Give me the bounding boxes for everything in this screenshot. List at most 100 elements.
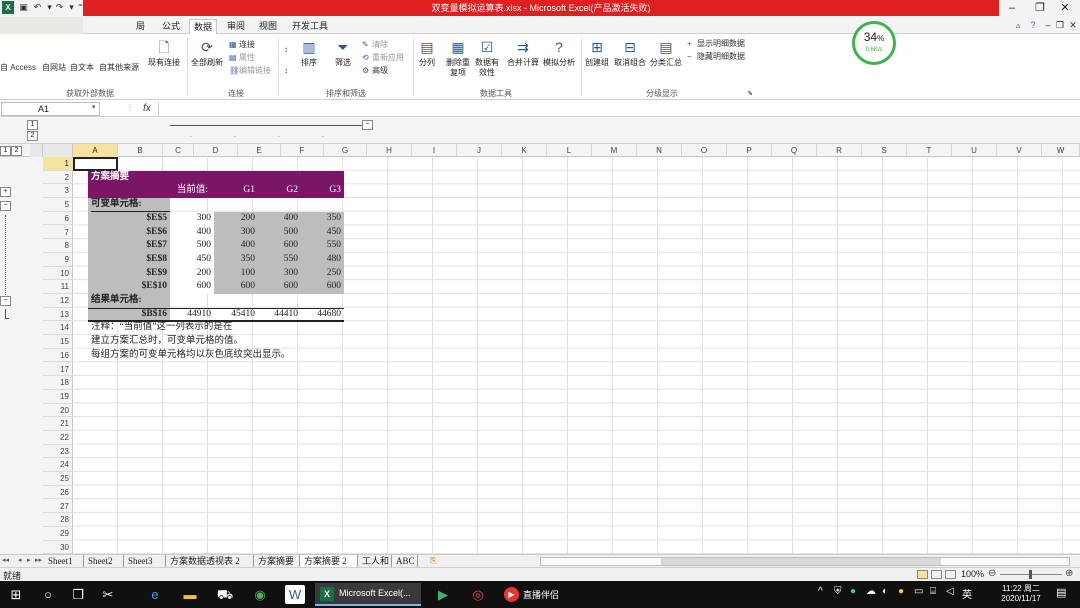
refresh-all-button[interactable]: ⟳ 全部刷新	[191, 38, 223, 68]
taskbar-live-button[interactable]: ▶ 直播伴侣	[500, 583, 568, 606]
row-header[interactable]: 29	[43, 527, 73, 541]
page-layout-view-icon[interactable]	[931, 570, 942, 579]
zoom-level[interactable]: 100%	[961, 569, 984, 579]
hide-detail-button[interactable]: − 隐藏明细数据	[687, 51, 745, 62]
cloud-icon[interactable]: ☁	[866, 586, 876, 597]
ungroup-button[interactable]: ⊟ 取消组合	[614, 38, 646, 68]
column-outline-level-2[interactable]: 2	[27, 131, 38, 141]
row-header[interactable]: 7	[43, 226, 73, 240]
column-header[interactable]: P	[727, 144, 772, 157]
properties-button[interactable]: ▤ 属性	[229, 52, 255, 63]
row-header[interactable]: 3	[43, 184, 73, 199]
search-icon[interactable]: ○	[38, 585, 58, 604]
shield-icon[interactable]: ⛨	[834, 586, 842, 597]
battery-icon[interactable]: ▭	[914, 586, 923, 597]
notification-icon[interactable]: ▤	[1056, 586, 1066, 599]
dialog-launcher-icon[interactable]: ⬊	[747, 89, 753, 97]
column-header[interactable]: G	[324, 144, 367, 157]
row-header[interactable]: 1	[43, 157, 73, 171]
column-header[interactable]: U	[952, 144, 997, 157]
active-cell-a1[interactable]	[73, 157, 118, 171]
existing-connections-button[interactable]: 🗋 现有连接	[148, 38, 180, 68]
column-header[interactable]: Q	[772, 144, 817, 157]
data-validation-button[interactable]: ☑ 数据有效性	[474, 38, 500, 78]
row-header[interactable]: 20	[43, 404, 73, 418]
row-header[interactable]: 12	[43, 294, 73, 308]
tab-view[interactable]: 视图	[255, 19, 281, 34]
column-header[interactable]: L	[547, 144, 592, 157]
tab-review[interactable]: 审阅	[223, 19, 249, 34]
column-collapse-button[interactable]: −	[362, 120, 373, 130]
prev-sheet-icon[interactable]: ◂	[18, 556, 22, 564]
tab-data[interactable]: 数据	[189, 19, 218, 34]
subtotal-button[interactable]: ▤ 分类汇总	[650, 38, 682, 68]
column-header[interactable]: N	[637, 144, 682, 157]
insert-function-icon[interactable]: fx	[143, 101, 151, 117]
column-header[interactable]: B	[118, 144, 163, 157]
media-player-icon[interactable]: ▶	[433, 585, 453, 604]
name-box-dropdown-icon[interactable]: ▾	[92, 103, 96, 111]
consolidate-button[interactable]: ⇉ 合并计算	[507, 38, 539, 68]
column-header[interactable]: I	[412, 144, 457, 157]
row-group-collapse-button[interactable]: −	[0, 296, 11, 306]
close-button[interactable]: ✕	[1054, 1, 1076, 15]
row-header[interactable]: 19	[43, 390, 73, 404]
sort-button[interactable]: ▥ 排序	[300, 38, 318, 68]
row-header[interactable]: 30	[43, 541, 73, 555]
tray-app-icon[interactable]: ●	[898, 586, 904, 597]
column-header[interactable]: V	[997, 144, 1042, 157]
file-explorer-icon[interactable]: ▬	[180, 585, 200, 604]
row-header[interactable]: 18	[43, 376, 73, 390]
row-header[interactable]: 6	[43, 212, 73, 226]
what-if-analysis-button[interactable]: ? 模拟分析	[543, 38, 575, 68]
select-all-button[interactable]	[30, 144, 43, 157]
zoom-slider-thumb[interactable]	[1029, 570, 1032, 579]
app-icon[interactable]: ◉	[250, 585, 270, 604]
edit-links-button[interactable]: ⛓编辑链接	[229, 65, 271, 76]
column-header[interactable]: C	[163, 144, 194, 157]
remove-duplicates-button[interactable]: ▦ 删除重复项	[445, 38, 471, 78]
column-outline-level-1[interactable]: 1	[27, 120, 38, 130]
next-sheet-icon[interactable]: ▸	[27, 556, 31, 564]
clear-filter-button[interactable]: ✎ 清除	[362, 39, 388, 50]
column-header[interactable]: H	[367, 144, 412, 157]
advanced-filter-button[interactable]: ⚙ 高级	[362, 65, 388, 76]
column-header[interactable]: D	[194, 144, 238, 157]
filter-button[interactable]: ⏷ 筛选	[334, 38, 352, 68]
row-header[interactable]: 27	[43, 500, 73, 514]
row-header[interactable]: 2	[43, 171, 73, 185]
redo-icon[interactable]: ↷	[54, 2, 65, 13]
row-group-expand-button[interactable]: +	[0, 187, 11, 197]
ime-icon[interactable]: 英	[962, 586, 972, 601]
taskbar-excel-button[interactable]: X Microsoft Excel(...	[315, 583, 421, 606]
row-header[interactable]: 8	[43, 239, 73, 253]
save-icon[interactable]: ▣	[18, 2, 29, 13]
group-button[interactable]: ⊞ 创建组	[585, 38, 609, 68]
page-break-view-icon[interactable]	[945, 570, 956, 579]
zoom-in-icon[interactable]: ⊕	[1065, 568, 1073, 579]
row-header[interactable]: 11	[43, 280, 73, 294]
row-header[interactable]: 28	[43, 513, 73, 527]
from-other-sources-button[interactable]: 自其他来源	[99, 62, 139, 73]
row-header[interactable]: 5	[43, 198, 73, 212]
row-header[interactable]: 21	[43, 417, 73, 431]
row-outline-level-2[interactable]: 2	[11, 146, 22, 156]
name-box[interactable]: A1	[1, 102, 100, 116]
column-header[interactable]: T	[907, 144, 952, 157]
first-sheet-icon[interactable]: ◂◂	[2, 556, 9, 564]
sort-az-button[interactable]: ↕	[284, 44, 294, 55]
app-icon[interactable]: ✂	[98, 585, 118, 604]
row-header[interactable]: 14	[43, 321, 73, 336]
row-header[interactable]: 13	[43, 308, 73, 322]
word-icon[interactable]: W	[285, 585, 305, 604]
show-detail-button[interactable]: + 显示明细数据	[687, 38, 745, 49]
row-header[interactable]: 22	[43, 431, 73, 445]
column-header[interactable]: O	[682, 144, 727, 157]
row-header[interactable]: 16	[43, 349, 73, 363]
row-outline-level-1[interactable]: 1	[0, 146, 11, 156]
chrome-icon[interactable]: ◎	[468, 585, 488, 604]
window-close-icon[interactable]: ✕	[1068, 20, 1078, 30]
undo-icon[interactable]: ↶	[32, 2, 43, 13]
row-header[interactable]: 9	[43, 253, 73, 267]
last-sheet-icon[interactable]: ▸▸	[35, 556, 42, 564]
